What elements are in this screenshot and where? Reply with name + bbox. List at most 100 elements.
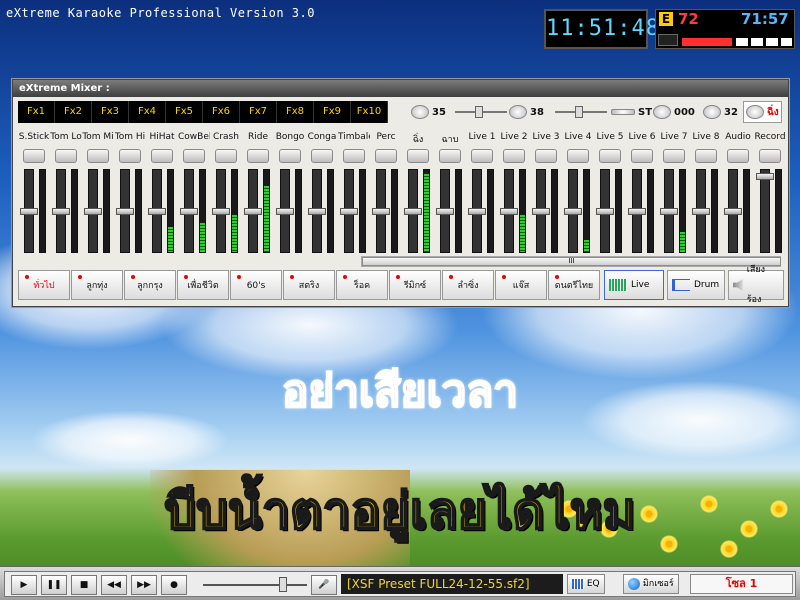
fx-button[interactable]: Fx5 xyxy=(166,101,203,123)
drum-mode-button[interactable]: Drum xyxy=(667,270,725,300)
voice-select[interactable]: โซล 1 xyxy=(690,574,793,594)
channel-mute-button[interactable] xyxy=(82,146,114,166)
fx-button[interactable]: Fx6 xyxy=(203,101,240,123)
stereo-control[interactable]: ST xyxy=(611,101,652,123)
position-slider[interactable] xyxy=(203,577,307,593)
channel-mute-button[interactable] xyxy=(210,146,242,166)
channel-mute-button[interactable] xyxy=(146,146,178,166)
fader-thumb[interactable] xyxy=(628,207,646,215)
ching-control[interactable]: ฉิ่ง xyxy=(743,101,782,123)
channel-strip xyxy=(18,169,50,253)
voice-mode-button[interactable]: เสียงร้อง xyxy=(728,265,784,305)
channel-mute-button[interactable] xyxy=(370,146,402,166)
channel-mute-button[interactable] xyxy=(690,146,722,166)
channel-mute-button[interactable] xyxy=(274,146,306,166)
fader-thumb[interactable] xyxy=(244,207,262,215)
live-mode-button[interactable]: Live xyxy=(604,270,664,300)
fader-thumb[interactable] xyxy=(308,207,326,215)
fader-thumb[interactable] xyxy=(564,207,582,215)
level-meter-fill xyxy=(520,215,525,252)
record-button[interactable]: ● xyxy=(161,575,187,595)
eq-button[interactable]: EQ xyxy=(567,574,605,594)
channel-mute-button[interactable] xyxy=(466,146,498,166)
preset-button[interactable]: 60's xyxy=(230,270,282,300)
pause-button[interactable]: ❚❚ xyxy=(41,575,67,595)
play-button[interactable]: ▶ xyxy=(11,575,37,595)
channel-mute-button[interactable] xyxy=(178,146,210,166)
preset-button[interactable]: ร็อค xyxy=(336,270,388,300)
channel-mute-button[interactable] xyxy=(530,146,562,166)
fx-button[interactable]: Fx2 xyxy=(55,101,92,123)
fx-button[interactable]: Fx8 xyxy=(277,101,314,123)
reverb-control[interactable]: 35 xyxy=(411,101,446,123)
fader-thumb[interactable] xyxy=(116,207,134,215)
mixer-window[interactable]: eXtreme Mixer : Fx1 Fx2 Fx3 Fx4 Fx5 Fx6 … xyxy=(12,79,789,307)
channel-mute-button[interactable] xyxy=(434,146,466,166)
preset-button[interactable]: ลูกทุ่ง xyxy=(71,270,123,300)
fx-button[interactable]: Fx7 xyxy=(240,101,277,123)
channel-mute-button[interactable] xyxy=(50,146,82,166)
channel-mute-button[interactable] xyxy=(338,146,370,166)
fader-thumb[interactable] xyxy=(180,207,198,215)
preset-button[interactable]: แจ๊ส xyxy=(495,270,547,300)
channel-mute-button[interactable] xyxy=(498,146,530,166)
fader-thumb[interactable] xyxy=(340,207,358,215)
position-slider-thumb[interactable] xyxy=(279,577,287,592)
chorus-slider[interactable] xyxy=(555,101,607,123)
fx-button[interactable]: Fx4 xyxy=(129,101,166,123)
guitar-control[interactable]: 32 xyxy=(703,101,738,123)
channel-mute-button[interactable] xyxy=(18,146,50,166)
preset-button[interactable]: เพื่อชีวิต xyxy=(177,270,229,300)
fader-thumb[interactable] xyxy=(212,207,230,215)
channel-mute-button[interactable] xyxy=(626,146,658,166)
fx-button[interactable]: Fx3 xyxy=(92,101,129,123)
fader-thumb[interactable] xyxy=(84,207,102,215)
mixer-title[interactable]: eXtreme Mixer : xyxy=(13,80,788,97)
app-title: eXtreme Karaoke Professional Version 3.0 xyxy=(6,6,315,20)
fader-thumb[interactable] xyxy=(660,207,678,215)
fader-thumb[interactable] xyxy=(276,207,294,215)
fader-thumb[interactable] xyxy=(148,207,166,215)
channel-mute-button[interactable] xyxy=(722,146,754,166)
fader-thumb[interactable] xyxy=(52,207,70,215)
fader-thumb[interactable] xyxy=(596,207,614,215)
fader-thumb[interactable] xyxy=(20,207,38,215)
channel-mute-button[interactable] xyxy=(402,146,434,166)
chorus-control[interactable]: 38 xyxy=(509,101,544,123)
channel-mute-button[interactable] xyxy=(754,146,786,166)
fader-thumb[interactable] xyxy=(436,207,454,215)
fader-thumb[interactable] xyxy=(532,207,550,215)
fx-button[interactable]: Fx1 xyxy=(18,101,55,123)
preset-button[interactable]: ทั่วไป xyxy=(18,270,70,300)
channel-mute-button[interactable] xyxy=(242,146,274,166)
fader-thumb[interactable] xyxy=(692,207,710,215)
drumkit-control[interactable]: 000 xyxy=(653,101,695,123)
preset-button[interactable]: ลูกกรุง xyxy=(124,270,176,300)
preset-button[interactable]: ดนตรีไทย xyxy=(548,270,600,300)
forward-button[interactable]: ▶▶ xyxy=(131,575,157,595)
preset-button[interactable]: สตริง xyxy=(283,270,335,300)
channel-mute-button[interactable] xyxy=(562,146,594,166)
fader-thumb[interactable] xyxy=(500,207,518,215)
rewind-button[interactable]: ◀◀ xyxy=(101,575,127,595)
microphone-button[interactable]: 🎤 xyxy=(311,575,337,595)
fx-button[interactable]: Fx10 xyxy=(351,101,388,123)
preset-button[interactable]: รีมิกซ์ xyxy=(389,270,441,300)
fader-thumb[interactable] xyxy=(724,207,742,215)
fader-track[interactable] xyxy=(760,169,770,253)
channel-mute-button[interactable] xyxy=(306,146,338,166)
preset-button[interactable]: ลำซิ่ง xyxy=(442,270,494,300)
channel-mute-button[interactable] xyxy=(114,146,146,166)
channel-mute-button[interactable] xyxy=(658,146,690,166)
stop-button[interactable]: ■ xyxy=(71,575,97,595)
fx-button[interactable]: Fx9 xyxy=(314,101,351,123)
scrollbar-thumb[interactable]: III xyxy=(362,257,781,266)
fader-thumb[interactable] xyxy=(468,207,486,215)
reverb-slider[interactable] xyxy=(455,101,507,123)
channel-mute-button[interactable] xyxy=(594,146,626,166)
fader-thumb[interactable] xyxy=(404,207,422,215)
fader-thumb[interactable] xyxy=(756,172,774,180)
mixer-scrollbar[interactable]: III xyxy=(361,256,781,267)
mixer-button[interactable]: มิกเซอร์ xyxy=(623,574,679,594)
fader-thumb[interactable] xyxy=(372,207,390,215)
